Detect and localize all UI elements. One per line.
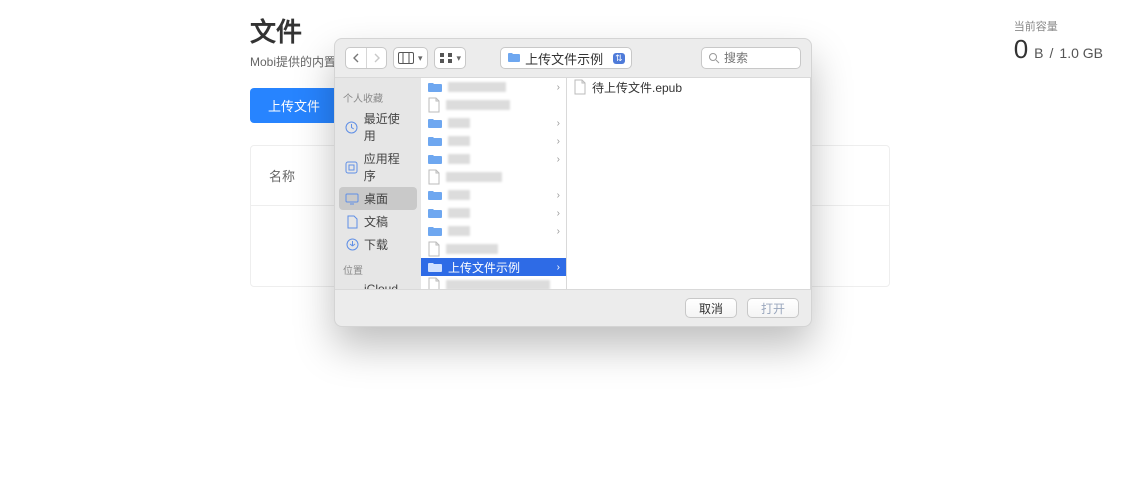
folder-icon xyxy=(427,153,443,165)
sidebar-item-documents[interactable]: 文稿 xyxy=(339,210,417,233)
redacted-label xyxy=(448,190,470,200)
folder-icon xyxy=(507,51,521,65)
sidebar-item-icloud[interactable]: iCloud 云盘 xyxy=(339,279,417,289)
sheet-footer: 取消 打开 xyxy=(335,289,811,326)
redacted-label xyxy=(448,226,470,236)
path-chip[interactable]: 上传文件示例 ⇅ xyxy=(500,47,632,69)
upload-button[interactable]: 上传文件 xyxy=(250,88,338,123)
chevron-right-icon: › xyxy=(557,154,560,165)
grid-icon xyxy=(439,52,453,64)
capacity-unit-used: B xyxy=(1034,45,1043,61)
capacity-used: 0 xyxy=(1014,34,1028,65)
file-row[interactable] xyxy=(421,240,566,258)
redacted-label xyxy=(446,280,550,289)
path-title: 上传文件示例 xyxy=(525,49,603,68)
view-options-button[interactable]: ▾ xyxy=(434,47,467,69)
folder-row-selected[interactable]: 上传文件示例 › xyxy=(421,258,566,276)
file-row[interactable] xyxy=(421,168,566,186)
sidebar-item-desktop[interactable]: 桌面 xyxy=(339,187,417,210)
forward-button[interactable] xyxy=(366,48,386,68)
desktop-icon xyxy=(345,192,359,206)
redacted-label xyxy=(446,100,510,110)
chevron-right-icon: › xyxy=(557,118,560,129)
sidebar-section-label: 位置 xyxy=(343,262,413,277)
file-row[interactable]: › xyxy=(421,150,566,168)
path-arrows-icon: ⇅ xyxy=(613,53,625,64)
file-icon xyxy=(427,97,441,113)
folder-icon xyxy=(427,207,443,219)
columns-icon xyxy=(398,52,414,64)
nav-buttons xyxy=(345,47,387,69)
redacted-label xyxy=(448,82,506,92)
sheet-sidebar: 个人收藏最近使用应用程序桌面文稿下载位置iCloud 云盘DBeaver...⏏… xyxy=(335,78,421,289)
sidebar-item-label: 下载 xyxy=(364,236,388,253)
sidebar-item-label: 最近使用 xyxy=(364,110,411,144)
file-column-1[interactable]: ›››››››上传文件示例›››››› xyxy=(421,78,567,289)
sidebar-item-downloads[interactable]: 下载 xyxy=(339,233,417,256)
redacted-label xyxy=(446,172,502,182)
folder-icon xyxy=(427,261,443,273)
folder-icon xyxy=(427,135,443,147)
file-row[interactable]: 待上传文件.epub xyxy=(567,78,810,96)
sidebar-item-label: iCloud 云盘 xyxy=(364,282,411,289)
cancel-button[interactable]: 取消 xyxy=(685,298,737,318)
file-icon xyxy=(427,169,441,185)
file-icon xyxy=(573,79,587,95)
chevron-right-icon: › xyxy=(557,208,560,219)
capacity-label: 当前容量 xyxy=(1014,18,1103,34)
redacted-label xyxy=(446,244,498,254)
search-field[interactable] xyxy=(701,47,801,69)
chevron-down-icon: ▾ xyxy=(457,53,462,64)
folder-icon xyxy=(427,117,443,129)
sidebar-item-label: 桌面 xyxy=(364,190,388,207)
redacted-label xyxy=(448,154,470,164)
chevron-right-icon: › xyxy=(557,262,560,273)
apps-icon xyxy=(345,160,359,174)
sidebar-item-apps[interactable]: 应用程序 xyxy=(339,147,417,187)
clock-icon xyxy=(345,120,359,134)
redacted-label xyxy=(448,136,470,146)
open-button[interactable]: 打开 xyxy=(747,298,799,318)
search-input[interactable] xyxy=(724,51,792,65)
file-row[interactable]: › xyxy=(421,222,566,240)
file-column-2[interactable]: 待上传文件.epub xyxy=(567,78,811,289)
search-icon xyxy=(708,52,720,64)
file-row[interactable]: › xyxy=(421,114,566,132)
chevron-down-icon: ▾ xyxy=(418,53,423,64)
redacted-label xyxy=(448,208,470,218)
capacity-total: 1.0 GB xyxy=(1059,45,1103,61)
file-row-label: 待上传文件.epub xyxy=(592,79,682,96)
file-icon xyxy=(427,277,441,289)
open-file-sheet: ▾ ▾ 上传文件示例 ⇅ xyxy=(334,38,812,327)
chevron-right-icon: › xyxy=(557,136,560,147)
file-row-label: 上传文件示例 xyxy=(448,259,520,276)
file-row[interactable]: › xyxy=(421,132,566,150)
back-button[interactable] xyxy=(346,48,366,68)
capacity-block: 当前容量 0 B / 1.0 GB xyxy=(1014,18,1103,65)
folder-icon xyxy=(427,225,443,237)
chevron-right-icon: › xyxy=(557,226,560,237)
download-icon xyxy=(345,238,359,252)
file-row[interactable]: › xyxy=(421,78,566,96)
file-row[interactable] xyxy=(421,276,566,289)
redacted-label xyxy=(448,118,470,128)
folder-icon xyxy=(427,81,443,93)
capacity-sep: / xyxy=(1050,45,1054,61)
sidebar-item-recents[interactable]: 最近使用 xyxy=(339,107,417,147)
sidebar-item-label: 应用程序 xyxy=(364,150,411,184)
doc-icon xyxy=(345,215,359,229)
file-row[interactable]: › xyxy=(421,204,566,222)
folder-icon xyxy=(427,189,443,201)
chevron-right-icon: › xyxy=(557,190,560,201)
sheet-toolbar: ▾ ▾ 上传文件示例 ⇅ xyxy=(335,39,811,78)
view-columns-button[interactable]: ▾ xyxy=(393,47,428,69)
file-row[interactable]: › xyxy=(421,186,566,204)
sidebar-item-label: 文稿 xyxy=(364,213,388,230)
sidebar-section-label: 个人收藏 xyxy=(343,90,413,105)
file-row[interactable] xyxy=(421,96,566,114)
file-icon xyxy=(427,241,441,257)
chevron-right-icon: › xyxy=(557,82,560,93)
